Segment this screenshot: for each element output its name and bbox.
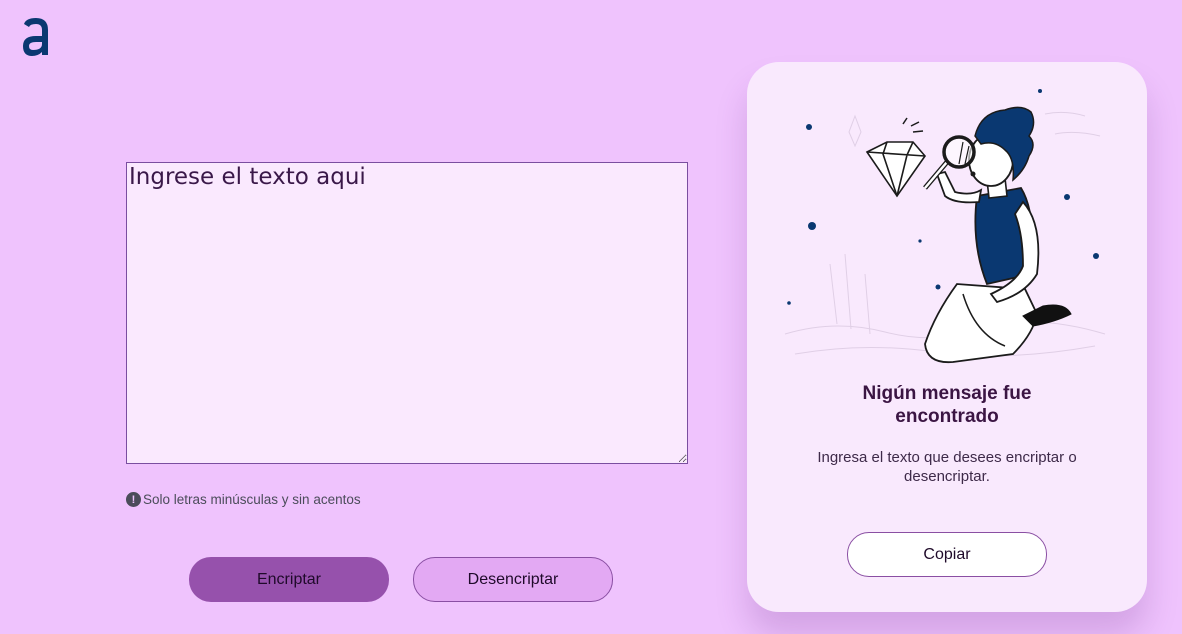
decrypt-button[interactable]: Desencriptar [413,557,613,602]
input-hint: ! Solo letras minúsculas y sin acentos [126,492,361,507]
hint-text: Solo letras minúsculas y sin acentos [143,492,361,507]
copy-button[interactable]: Copiar [847,532,1047,577]
encrypt-button[interactable]: Encriptar [189,557,389,602]
message-input[interactable] [126,162,688,464]
output-description: Ingresa el texto que desees encriptar o … [817,449,1077,485]
alura-logo-icon[interactable] [20,16,52,58]
output-title: Nigún mensaje fue encontrado [862,383,1032,427]
exclamation-icon: ! [126,492,141,507]
output-card: Nigún mensaje fue encontrado Ingresa el … [747,62,1147,612]
person-with-magnifier-illustration [784,89,1106,364]
